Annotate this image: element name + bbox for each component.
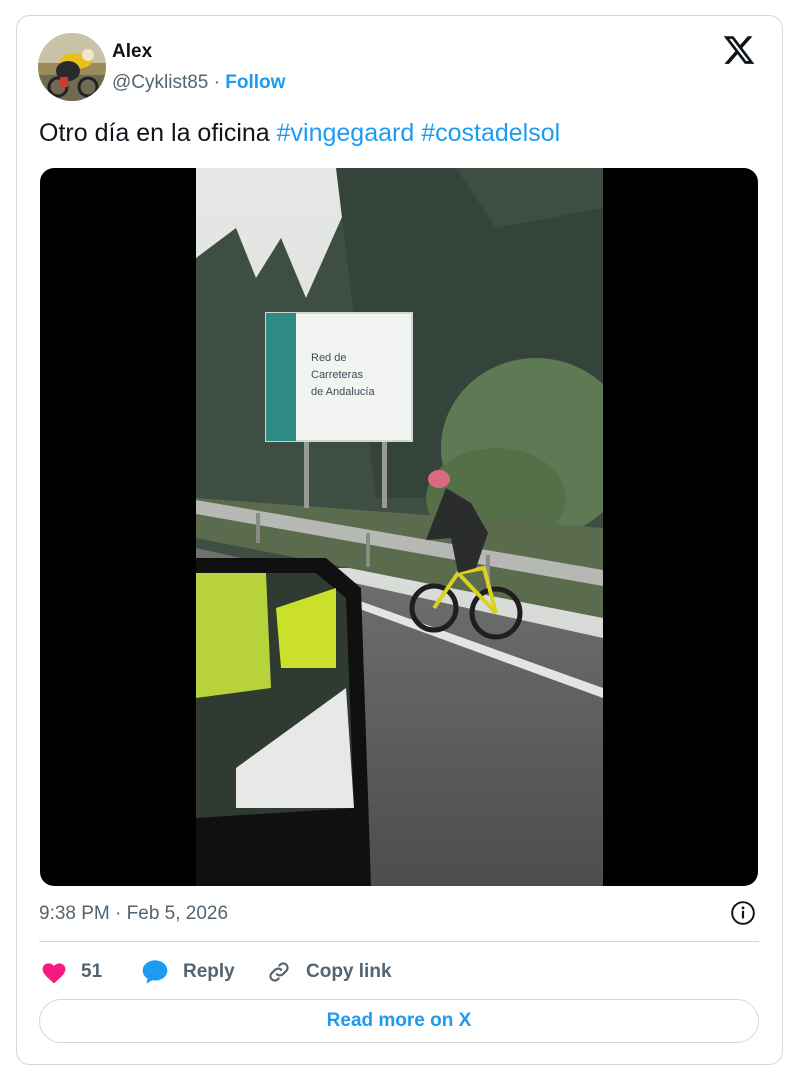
hashtag-vingegaard[interactable]: #vingegaard [277,119,415,147]
like-count: 51 [81,961,103,982]
x-logo-icon[interactable] [722,33,756,67]
handle-separator: · [208,72,226,93]
author-avatar[interactable] [38,33,106,101]
sign-line-1: Red de [311,352,346,364]
hashtag-costadelsol[interactable]: #costadelsol [421,119,560,147]
read-more-button[interactable]: Read more on X [39,999,759,1043]
reply-label: Reply [183,961,235,982]
sign-line-3: de Andalucía [311,386,375,398]
sign-line-2: Carreteras [311,369,363,381]
video-frame: Red de Carreteras de Andalucía [196,168,603,886]
tweet-timestamp[interactable]: 9:38 PM · Feb 5, 2026 [39,903,228,925]
heart-icon [42,963,66,984]
copy-link-label: Copy link [306,961,392,982]
author-handle-row: @Cyklist85 · Follow [112,72,285,94]
reply-bubble-icon [142,960,168,984]
divider [39,941,759,942]
follow-button[interactable]: Follow [225,72,285,93]
link-icon [269,962,289,982]
reply-button[interactable]: Reply [141,957,235,987]
author-handle[interactable]: @Cyklist85 [112,72,208,93]
like-button[interactable]: 51 [41,957,102,987]
copy-link-button[interactable]: Copy link [266,957,392,987]
tweet-video[interactable]: Red de Carreteras de Andalucía [40,168,758,886]
info-icon[interactable] [730,900,756,926]
author-name[interactable]: Alex [112,41,152,63]
tweet-body: Otro día en la oficina [39,119,277,147]
tweet-text: Otro día en la oficina #vingegaard #cost… [39,119,560,148]
